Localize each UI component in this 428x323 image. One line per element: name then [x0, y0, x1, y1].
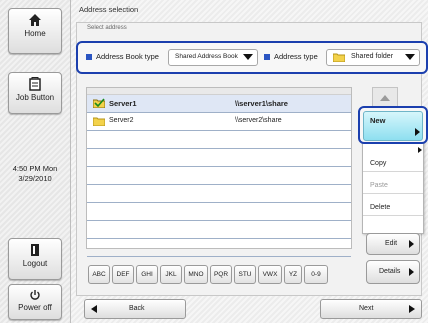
panel-label: Select address — [87, 25, 127, 31]
back-label: Back — [129, 305, 145, 312]
address-book-type-value: Shared Address Book — [175, 53, 238, 60]
new-label: New — [370, 116, 386, 125]
address-book-type-label: Address Book type — [96, 52, 159, 61]
clock: 4:50 PM Mon 3/29/2010 — [2, 164, 68, 184]
logout-button[interactable]: Logout — [8, 238, 62, 280]
logout-label: Logout — [22, 259, 48, 268]
address-type-label: Address type — [274, 52, 318, 61]
address-type-select[interactable]: Shared folder — [326, 49, 420, 66]
alpha-tab-stu[interactable]: STU — [234, 265, 256, 284]
delete-label: Delete — [370, 204, 391, 211]
list-item-empty — [87, 149, 351, 167]
alpha-tab-jkl[interactable]: JKL — [160, 265, 182, 284]
copy-label: Copy — [370, 160, 387, 167]
paste-menu-item[interactable]: Paste — [363, 177, 423, 194]
job-icon — [29, 77, 41, 91]
edit-label: Edit — [385, 240, 398, 247]
alpha-tab-ghi[interactable]: GHI — [136, 265, 158, 284]
list-item-empty — [87, 239, 351, 257]
arrow-left-icon — [91, 305, 97, 313]
list-item-empty — [87, 131, 351, 149]
scroll-up-icon[interactable] — [379, 94, 391, 102]
new-button-highlight: New — [358, 106, 428, 144]
filter-bar: Address Book type Shared Address Book Ad… — [76, 41, 428, 74]
item-path: \\server2\share — [235, 117, 282, 124]
bullet-icon — [264, 54, 270, 60]
power-off-button[interactable]: Power off — [8, 284, 62, 320]
alpha-tab-yz[interactable]: YZ — [284, 265, 302, 284]
clock-date: 3/29/2010 — [18, 174, 52, 183]
details-label: Details — [379, 268, 401, 275]
list-item-empty — [87, 203, 351, 221]
home-icon — [29, 14, 41, 26]
list-item-empty — [87, 221, 351, 239]
alpha-tab-vwx[interactable]: VWX — [258, 265, 282, 284]
edit-button[interactable]: Edit — [366, 233, 420, 255]
home-label: Home — [24, 29, 46, 38]
chevron-right-icon — [415, 128, 420, 136]
context-menu: Copy Paste Delete — [362, 140, 424, 234]
arrow-right-icon — [409, 305, 415, 313]
clock-time: 4:50 PM Mon — [12, 164, 58, 173]
chevron-down-icon — [243, 54, 253, 60]
list-item-empty — [87, 185, 351, 203]
folder-icon — [93, 117, 105, 126]
delete-menu-item[interactable]: Delete — [363, 199, 423, 216]
chevron-right-icon — [418, 147, 422, 153]
list-item[interactable]: Server2 \\server2\share — [87, 113, 351, 131]
alpha-tab-0-9[interactable]: 0-9 — [304, 265, 328, 284]
copy-menu-item[interactable]: Copy — [363, 155, 423, 172]
bullet-icon — [86, 54, 92, 60]
item-name: Server2 — [109, 117, 134, 124]
item-name: Server1 — [109, 99, 137, 108]
address-list: Server1 \\server1\share Server2 \\server… — [86, 87, 352, 257]
page-title: Address selection — [79, 5, 139, 14]
alpha-tab-abc[interactable]: ABC — [88, 265, 110, 284]
alpha-tab-mno[interactable]: MNO — [184, 265, 208, 284]
app-window: Home Job Button 4:50 PM Mon 3/29/2010 Lo… — [0, 0, 428, 323]
logout-icon — [31, 244, 39, 256]
details-button[interactable]: Details — [366, 260, 420, 284]
alpha-tab-pqr[interactable]: PQR — [210, 265, 232, 284]
job-button[interactable]: Job Button — [8, 72, 62, 114]
sidebar: Home Job Button 4:50 PM Mon 3/29/2010 Lo… — [0, 0, 71, 323]
list-header — [87, 88, 351, 95]
paste-label: Paste — [370, 182, 388, 189]
address-book-type-select[interactable]: Shared Address Book — [168, 49, 258, 66]
power-off-label: Power off — [18, 303, 52, 312]
back-button[interactable]: Back — [84, 299, 186, 319]
alpha-tab-def[interactable]: DEF — [112, 265, 134, 284]
folder-check-icon — [93, 98, 105, 108]
next-label: Next — [359, 305, 374, 312]
list-item-empty — [87, 167, 351, 185]
job-button-label: Job Button — [15, 93, 55, 102]
address-type-value: Shared folder — [351, 53, 394, 60]
list-item[interactable]: Server1 \\server1\share — [87, 95, 351, 113]
chevron-right-icon — [409, 240, 414, 248]
next-button[interactable]: Next — [320, 299, 422, 319]
home-button[interactable]: Home — [8, 8, 62, 54]
new-button[interactable]: New — [363, 111, 423, 141]
folder-icon — [333, 53, 345, 62]
chevron-down-icon — [405, 54, 415, 60]
item-path: \\server1\share — [235, 99, 288, 108]
chevron-right-icon — [409, 268, 414, 276]
power-icon — [30, 290, 40, 300]
